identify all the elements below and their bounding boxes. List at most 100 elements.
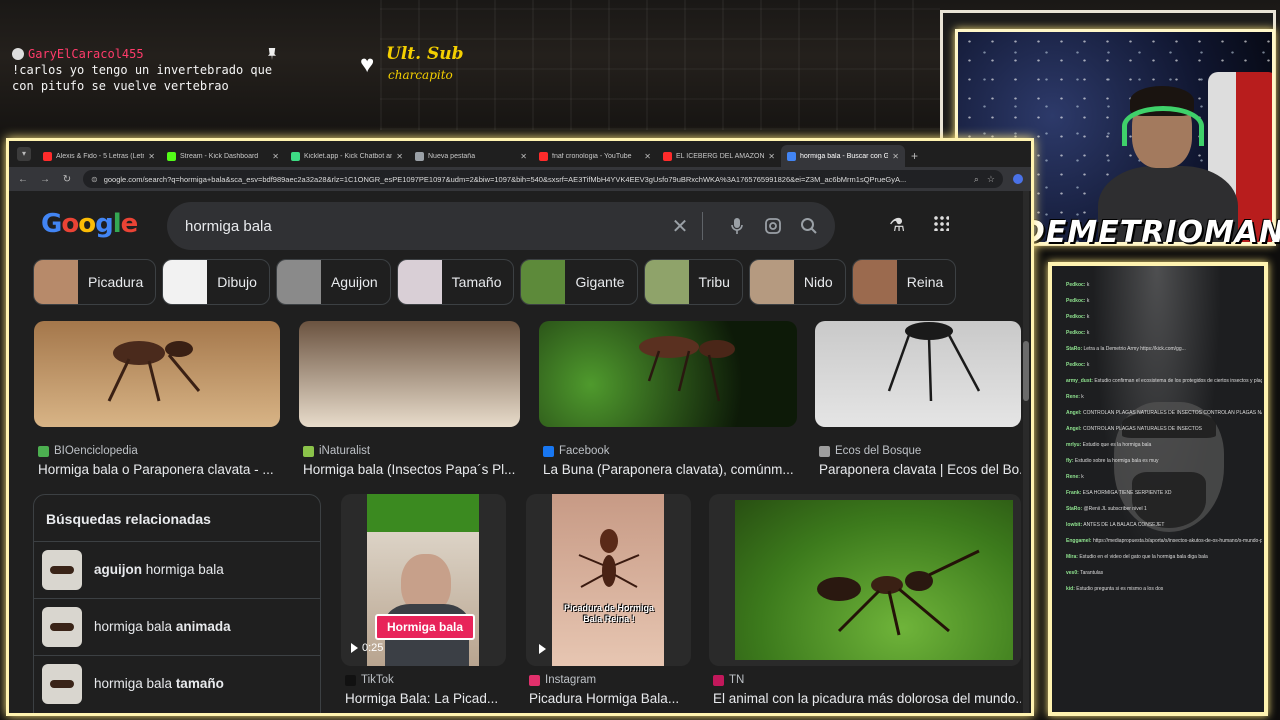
tab-favicon-icon <box>415 151 424 161</box>
tab-close-icon[interactable]: ✕ <box>644 152 651 161</box>
refine-chips: Picadura Dibujo Aguijon Tamaño Gigante Tribu N… <box>33 259 1023 305</box>
search-box[interactable]: hormiga bala ✕ <box>167 202 835 250</box>
chip-label: Picadura <box>88 274 144 290</box>
result-source[interactable]: Facebook <box>543 445 610 457</box>
chip-tamaño[interactable]: Tamaño <box>396 259 515 305</box>
chat-panel-text: k <box>1086 314 1090 320</box>
tab-favicon-icon <box>43 151 52 161</box>
related-search-item[interactable]: aguijon hormiga bala <box>34 541 320 597</box>
result-source-name: Ecos del Bosque <box>835 445 922 457</box>
clear-icon[interactable]: ✕ <box>668 214 692 239</box>
tab-close-icon[interactable]: ✕ <box>768 152 775 161</box>
result-source-name: Facebook <box>559 445 610 457</box>
chip-dibujo[interactable]: Dibujo <box>162 259 270 305</box>
chip-reina[interactable]: Reina <box>851 259 957 305</box>
result-title[interactable]: Hormiga bala o Paraponera clavata - ... <box>38 462 276 477</box>
browser-tab[interactable]: Nueva pestaña ✕ <box>409 145 533 167</box>
apps-grid-icon[interactable] <box>933 215 949 231</box>
tab-close-icon[interactable]: ✕ <box>148 152 155 161</box>
labs-flask-icon[interactable]: ⚗ <box>889 215 905 236</box>
google-logo[interactable]: Google <box>41 209 138 239</box>
video-duration-badge: 0:25 <box>351 642 383 654</box>
chip-thumbnail <box>521 260 566 304</box>
related-search-item[interactable]: hormiga bala tamaño <box>34 655 320 711</box>
related-search-text: hormiga bala animada <box>94 619 231 634</box>
related-search-item[interactable]: hormiga bala animada <box>34 598 320 654</box>
result-source[interactable]: Ecos del Bosque <box>819 445 921 457</box>
chat-panel-username: Pedkoc: <box>1066 314 1086 320</box>
ant-illustration-1 <box>107 341 201 402</box>
horizontal-scrollbar[interactable] <box>23 713 1023 716</box>
chip-aguijon[interactable]: Aguijon <box>275 259 391 305</box>
result-source[interactable]: BIOenciclopedia <box>38 445 138 457</box>
browser-window: ▾ Alexis & Fido - 5 Letras (Letra/L✕Stre… <box>6 138 1034 716</box>
chat-panel-message: Pedkoc: k <box>1066 362 1262 369</box>
result-title[interactable]: La Buna (Paraponera clavata), comúnm... <box>543 462 795 477</box>
chat-panel-message: army_dust: Estudio confirman el ecosiste… <box>1066 378 1262 385</box>
result-source[interactable]: TN <box>713 674 744 686</box>
chip-label: Tribu <box>698 274 730 290</box>
new-tab-button[interactable]: + <box>911 149 918 163</box>
result-title[interactable]: Hormiga Bala: La Picad... <box>345 691 505 706</box>
stream-chat-panel: Pedkoc: k Pedkoc: k Pedkoc: k Pedkoc: k StaR… <box>1048 262 1268 716</box>
result-image-2[interactable] <box>299 321 520 427</box>
video-indicator <box>539 644 546 654</box>
tab-close-icon[interactable]: ✕ <box>892 152 899 161</box>
chat-panel-text: Estudio sobre la hormiga bala es muy <box>1074 458 1159 464</box>
result-source[interactable]: iNaturalist <box>303 445 370 457</box>
chip-gigante[interactable]: Gigante <box>520 259 638 305</box>
google-lens-icon[interactable] <box>761 214 785 238</box>
address-bar[interactable]: ⊜ google.com/search?q=hormiga+bala&sca_e… <box>83 170 1003 188</box>
result-title[interactable]: El animal con la picadura más dolorosa d… <box>713 691 1021 706</box>
chat-panel-text: k <box>1086 362 1090 368</box>
related-bold-term: aguijon <box>94 562 142 577</box>
chip-nido[interactable]: Nido <box>748 259 846 305</box>
browser-tab[interactable]: fnaf cronologia - YouTube ✕ <box>533 145 657 167</box>
browser-tab[interactable]: hormiga bala - Buscar con Goo ✕ <box>781 145 905 167</box>
tab-close-icon[interactable]: ✕ <box>396 152 403 161</box>
forward-icon[interactable]: → <box>39 174 51 185</box>
result-source[interactable]: Instagram <box>529 674 596 686</box>
result-source[interactable]: TikTok <box>345 674 394 686</box>
microphone-icon[interactable] <box>725 214 749 238</box>
chat-panel-text: CONTROLAN PLAGAS NATURALES DE INSECTOS C… <box>1082 410 1262 416</box>
chat-panel-message: Pedkoc: k <box>1066 330 1262 337</box>
vertical-scrollbar[interactable] <box>1023 191 1029 713</box>
result-title[interactable]: Paraponera clavata | Ecos del Bo... <box>819 462 1021 477</box>
back-icon[interactable]: ← <box>17 174 29 185</box>
chat-panel-username: Frank: <box>1066 490 1082 496</box>
chip-label: Gigante <box>575 274 625 290</box>
tab-close-icon[interactable]: ✕ <box>520 152 527 161</box>
result-title[interactable]: Hormiga bala (Insectos Papa´s Pl... <box>303 462 517 477</box>
result-image-tiktok[interactable] <box>341 494 506 666</box>
browser-tab[interactable]: EL ICEBERG DEL AMAZONAS ✕ <box>657 145 781 167</box>
browser-tab[interactable]: Stream - Kick Dashboard ✕ <box>161 145 285 167</box>
last-sub-name: charcapito <box>388 68 453 82</box>
heart-icon: ♥ <box>360 51 375 78</box>
logo-letter: l <box>112 209 122 239</box>
chat-username: GaryElCaracol455 <box>12 46 282 62</box>
search-icon[interactable]: ⌕ <box>974 174 979 185</box>
browser-tab[interactable]: Kicklet.app - Kick Chatbot and ✕ <box>285 145 409 167</box>
chip-tribu[interactable]: Tribu <box>643 259 743 305</box>
google-images-page: Google hormiga bala ✕ ⚗ Picadura Dibujo Ag… <box>9 191 1031 716</box>
tiktok-overlay-label: Hormiga bala <box>375 614 476 640</box>
search-input[interactable]: hormiga bala <box>185 218 668 235</box>
profile-avatar[interactable] <box>1013 174 1023 184</box>
chip-picadura[interactable]: Picadura <box>33 259 157 305</box>
browser-tab[interactable]: Alexis & Fido - 5 Letras (Letra/L ✕ <box>37 145 161 167</box>
site-info-icon[interactable]: ⊜ <box>91 175 98 184</box>
reload-icon[interactable]: ↻ <box>61 174 73 185</box>
horizontal-scrollbar-thumb[interactable] <box>29 714 969 716</box>
tab-search-button[interactable]: ▾ <box>17 147 31 161</box>
tab-title: Stream - Kick Dashboard <box>180 152 259 160</box>
chat-panel-message: kid: Estudio pregunta si es mismo a los … <box>1066 586 1262 593</box>
tab-close-icon[interactable]: ✕ <box>272 152 279 161</box>
result-title[interactable]: Picadura Hormiga Bala... <box>529 691 689 706</box>
url-text: google.com/search?q=hormiga+bala&sca_esv… <box>103 174 907 184</box>
scrollbar-thumb[interactable] <box>1023 341 1029 401</box>
chat-panel-username: Pedkoc: <box>1066 362 1086 368</box>
related-searches-heading: Búsquedas relacionadas <box>46 511 211 527</box>
search-submit-icon[interactable] <box>797 214 821 238</box>
bookmark-star-icon[interactable]: ☆ <box>987 174 995 185</box>
